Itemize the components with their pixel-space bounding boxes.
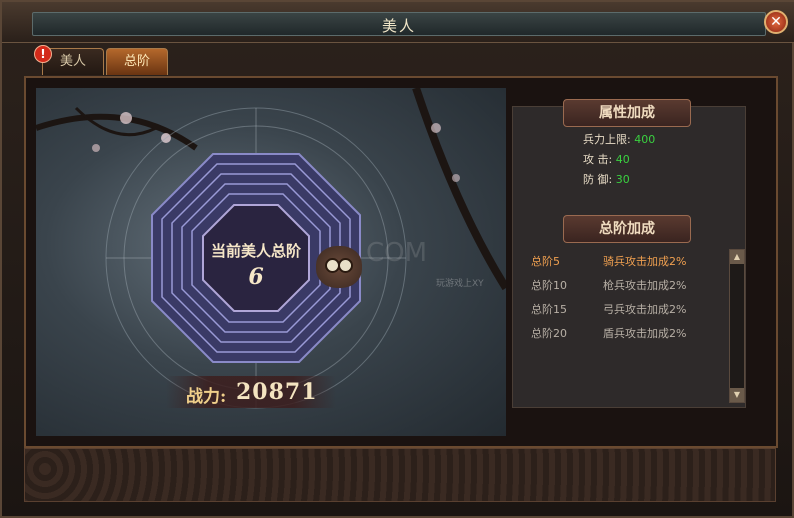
attr-attack: 攻 击: 40 — [583, 151, 630, 167]
bonus-level: 总阶20 — [531, 327, 567, 340]
bonus-scrollbar[interactable]: ▲ ▼ — [729, 249, 745, 403]
close-icon: ✕ — [770, 14, 782, 30]
beauty-scene: COM 玩游戏上XY 当前美人总阶 6 战力: 20871 — [36, 88, 506, 436]
power-label: 战力: — [186, 387, 227, 407]
current-rank-value: 6 — [248, 264, 264, 290]
tab-rank[interactable]: 总阶 — [106, 48, 168, 75]
arrow-down-icon[interactable]: ▼ — [730, 388, 744, 402]
attr-value: 30 — [615, 173, 630, 186]
attr-label: 防 御: — [583, 173, 613, 186]
arrow-up-icon[interactable]: ▲ — [730, 250, 744, 264]
bonus-level: 总阶15 — [531, 303, 567, 316]
attr-value: 400 — [634, 133, 656, 146]
bonus-desc: 骑兵攻击加成2% — [603, 255, 687, 268]
attribute-bonus-header: 属性加成 — [563, 99, 691, 127]
rank-bonus-header: 总阶加成 — [563, 215, 691, 243]
attr-defense: 防 御: 30 — [583, 171, 630, 187]
list-item: 总阶20 盾兵攻击加成2% — [531, 325, 725, 345]
bonus-panel: 属性加成 兵力上限: 400 攻 击: 40 防 御: 30 总阶加成 总阶5 … — [512, 99, 746, 408]
power-value: 20871 — [236, 379, 318, 405]
watermark-sub: 玩游戏上XY — [436, 279, 484, 289]
list-item: 总阶10 枪兵攻击加成2% — [531, 277, 725, 297]
bonus-level: 总阶5 — [531, 255, 560, 268]
watermark: COM — [366, 238, 428, 268]
beauty-window: 美人 ✕ 美人 总阶 ! COM 玩游戏上XY 当前美人总阶 6 战力: 208… — [0, 0, 794, 518]
window-title: 美人 — [381, 17, 416, 35]
bonus-level: 总阶10 — [531, 279, 567, 292]
bonus-desc: 弓兵攻击加成2% — [603, 303, 687, 316]
decorative-footer — [24, 448, 776, 502]
alert-icon: ! — [34, 45, 52, 63]
bonus-desc: 盾兵攻击加成2% — [603, 327, 687, 340]
content-panel: COM 玩游戏上XY 当前美人总阶 6 战力: 20871 属性加成 兵力上限:… — [24, 76, 778, 448]
close-button[interactable]: ✕ — [764, 10, 788, 34]
bonus-desc: 枪兵攻击加成2% — [603, 279, 687, 292]
list-item: 总阶5 骑兵攻击加成2% — [531, 253, 725, 273]
current-rank-label: 当前美人总阶 — [210, 242, 301, 260]
list-item: 总阶15 弓兵攻击加成2% — [531, 301, 725, 321]
title-bar: 美人 ✕ — [2, 2, 794, 43]
owl-icon[interactable] — [316, 246, 362, 288]
attr-label: 攻 击: — [583, 153, 613, 166]
attr-value: 40 — [615, 153, 630, 166]
attr-troop-cap: 兵力上限: 400 — [583, 131, 655, 147]
attr-label: 兵力上限: — [583, 133, 631, 146]
